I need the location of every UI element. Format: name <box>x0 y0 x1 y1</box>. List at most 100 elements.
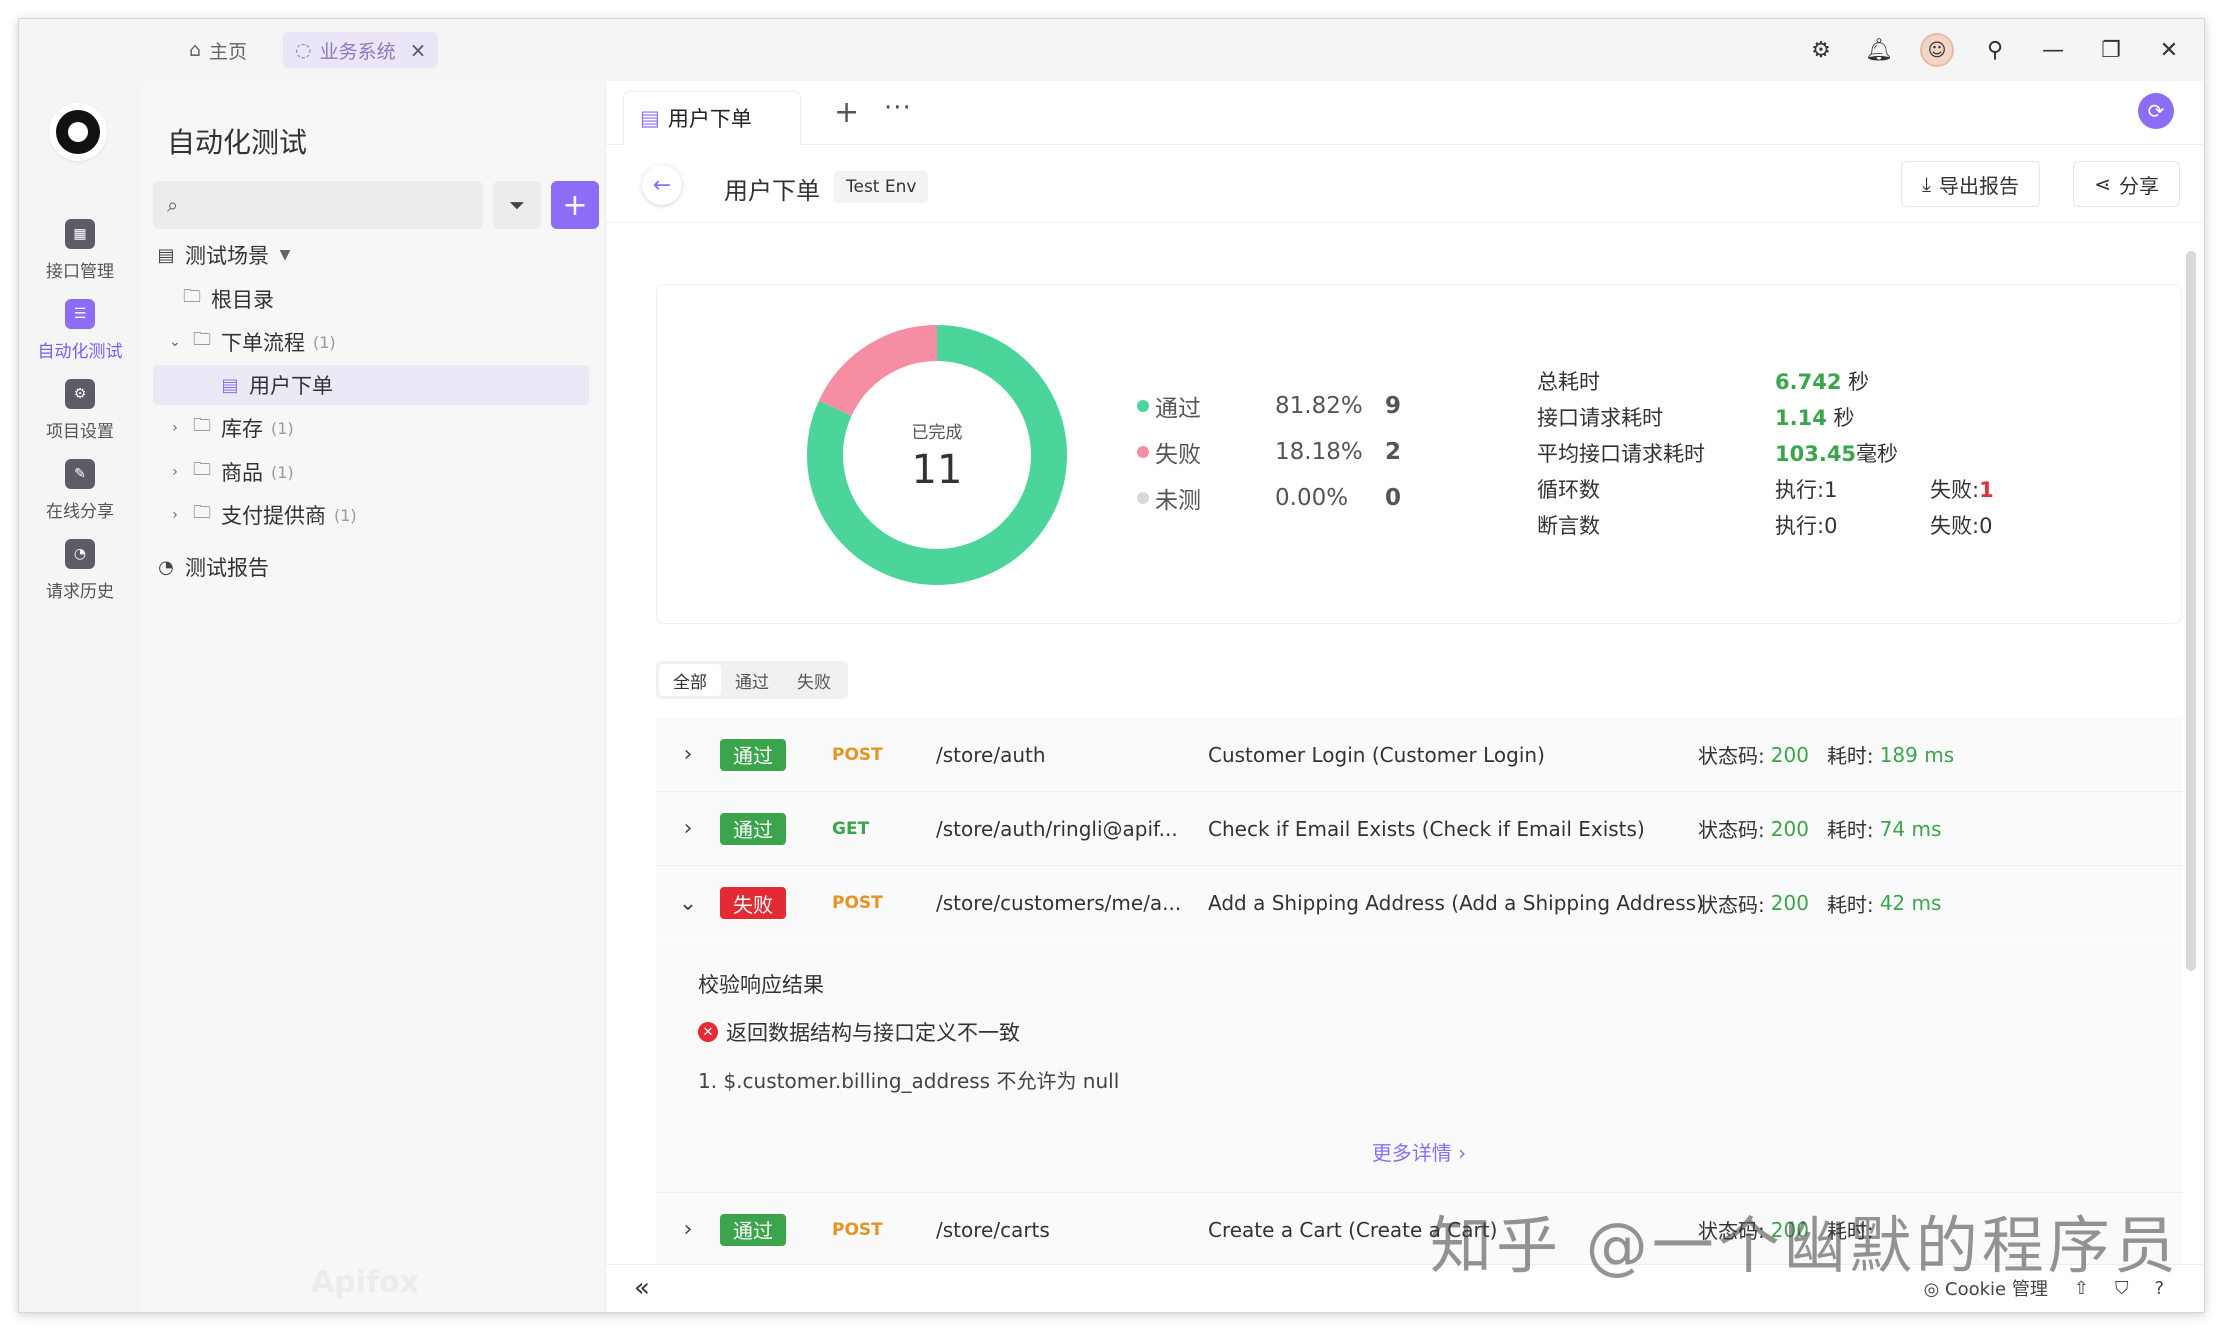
tree-node-root[interactable]: 🗀 根目录 <box>181 279 274 319</box>
chevron-right-icon[interactable]: › <box>656 1217 720 1242</box>
chevron-right-icon[interactable]: › <box>167 420 183 436</box>
stats-panel: 总耗时 6.742 秒 接口请求耗时 1.14 秒 平均接口请求耗时 103.4… <box>1537 363 1994 543</box>
detail-heading: 校验响应结果 <box>698 973 824 997</box>
scrollbar[interactable] <box>2186 251 2196 971</box>
tree-node-payment-providers[interactable]: › 🗀 支付提供商 (1) <box>167 495 356 535</box>
report-header: ← 用户下单 Test Env ⤓ 导出报告 ⋖ 分享 <box>606 145 2204 223</box>
main-area: ▤ 用户下单 + ··· ⟳ ← 用户下单 Test Env ⤓ 导出报告 ⋖ … <box>606 81 2204 1312</box>
tree-node-test-scenarios[interactable]: ▤ 测试场景 ▼ <box>155 235 293 275</box>
project-settings-icon: ⚙ <box>65 379 95 409</box>
pin-icon[interactable]: ⚲ <box>1978 33 2012 67</box>
legend-row-fail: 失败 18.18% 2 <box>1137 429 1415 475</box>
sync-icon[interactable]: ⟳ <box>2138 93 2174 129</box>
window-controls: ⚙ 🔔︎ ☺ ⚲ — ❐ ✕ <box>1804 32 2186 68</box>
rail-item-project-settings[interactable]: ⚙ 项目设置 <box>19 379 141 442</box>
rail-item-label: 项目设置 <box>46 422 114 442</box>
new-tab-button[interactable]: + <box>834 95 859 130</box>
chevron-down-icon[interactable]: ⌄ <box>656 891 720 916</box>
apifox-watermark: Apifox <box>311 1265 419 1300</box>
legend-row-untested: 未测 0.00% 0 <box>1137 475 1415 521</box>
legend-count: 2 <box>1385 439 1402 465</box>
filter-fail[interactable]: 失败 <box>783 664 845 696</box>
more-details-link[interactable]: 更多详情 › <box>656 1137 2182 1166</box>
rail-item-automation[interactable]: ☰ 自动化测试 <box>19 299 141 362</box>
tree-node-label: 支付提供商 <box>221 504 326 528</box>
stat-request-time: 接口请求耗时 1.14 秒 <box>1537 399 1994 435</box>
stat-label: 接口请求耗时 <box>1537 406 1663 430</box>
tree-node-test-reports[interactable]: ◔ 测试报告 <box>155 547 269 587</box>
add-button[interactable]: + <box>551 181 599 229</box>
search-input[interactable] <box>188 194 483 216</box>
tree-node-label: 根目录 <box>211 288 274 312</box>
tree-node-products[interactable]: › 🗀 商品 (1) <box>167 452 293 492</box>
request-path: /store/auth <box>936 742 1046 767</box>
scenario-icon: ▤ <box>157 244 175 266</box>
filter-pass[interactable]: 通过 <box>721 664 783 696</box>
download-icon: ⤓ <box>1922 172 1931 196</box>
rail-item-online-share[interactable]: ✎ 在线分享 <box>19 459 141 522</box>
stat-value: 103.45 <box>1775 442 1857 466</box>
chevron-down-icon[interactable]: ⌄ <box>167 334 183 350</box>
chevron-right-icon[interactable]: › <box>167 507 183 523</box>
stat-unit: 秒 <box>1841 370 1870 394</box>
tab-label: 用户下单 <box>667 106 752 131</box>
chevron-right-icon[interactable]: › <box>656 816 720 841</box>
rail-item-api-management[interactable]: ▦ 接口管理 <box>19 219 141 282</box>
collapse-sidebar-icon[interactable]: « <box>634 1273 650 1303</box>
loading-icon: ◌ <box>295 39 312 61</box>
filter-button[interactable]: ⏷ <box>493 181 541 229</box>
title-bar: ⌂ 主页 ◌ 业务系统 × ⚙ 🔔︎ ☺ ⚲ — ❐ ✕ <box>19 19 2204 81</box>
restore-icon[interactable]: ❐ <box>2094 33 2128 67</box>
tab-user-order[interactable]: ▤ 用户下单 <box>623 91 801 145</box>
stat-assertions: 断言数 执行:0 失败:0 <box>1537 507 1994 543</box>
export-report-button[interactable]: ⤓ 导出报告 <box>1901 161 2040 207</box>
result-row[interactable]: ⌄ 失败 POST /store/customers/me/a... Add a… <box>656 866 2182 940</box>
caret-down-icon[interactable]: ▼ <box>277 247 293 263</box>
close-tab-icon[interactable]: × <box>410 38 427 62</box>
status-code-label: 状态码: <box>1698 818 1765 842</box>
legend-dot <box>1137 400 1149 412</box>
close-icon[interactable]: ✕ <box>2152 33 2186 67</box>
search-box[interactable]: ⌕ <box>153 181 483 229</box>
avatar[interactable]: ☺ <box>1920 33 1954 67</box>
time-label: 耗时: <box>1826 892 1874 917</box>
tree-node-count: (1) <box>313 332 336 352</box>
home-icon: ⌂ <box>189 39 202 61</box>
settings-icon[interactable]: ⚙ <box>1804 33 1838 67</box>
tab-home[interactable]: ⌂ 主页 <box>177 32 259 68</box>
stat-loops: 循环数 执行:1 失败:1 <box>1537 471 1994 507</box>
share-button[interactable]: ⋖ 分享 <box>2073 161 2180 207</box>
tab-business-system[interactable]: ◌ 业务系统 × <box>283 32 439 68</box>
share-icon: ⋖ <box>2094 172 2111 196</box>
time-label: 耗时: <box>1826 744 1874 768</box>
result-filter: 全部 通过 失败 <box>656 661 848 699</box>
tree-node-order-flow[interactable]: ⌄ 🗀 下单流程 (1) <box>167 322 336 362</box>
zhihu-watermark: 知乎 @一个幽默的程序员 <box>1430 1209 2180 1282</box>
chevron-right-icon[interactable]: › <box>167 464 183 480</box>
stat-unit: 秒 <box>1826 406 1855 430</box>
tree-node-label: 商品 <box>221 461 263 485</box>
rail-item-request-history[interactable]: ◔ 请求历史 <box>19 539 141 602</box>
status-badge: 通过 <box>720 812 786 845</box>
env-badge: Test Env <box>834 171 929 203</box>
stat-label: 循环数 <box>1537 478 1600 502</box>
bell-icon[interactable]: 🔔︎ <box>1862 33 1896 67</box>
tree-node-user-order[interactable]: ▤ 用户下单 <box>153 365 589 405</box>
legend-name: 失败 <box>1155 442 1201 468</box>
completed-label: 已完成 <box>911 422 963 443</box>
more-tabs-button[interactable]: ··· <box>884 93 912 123</box>
filter-all[interactable]: 全部 <box>659 664 721 696</box>
export-label: 导出报告 <box>1939 173 2019 198</box>
tree-node-inventory[interactable]: › 🗀 库存 (1) <box>167 408 293 448</box>
result-row[interactable]: › 通过 POST /store/auth Customer Login (Cu… <box>656 718 2182 792</box>
back-arrow-icon[interactable]: ← <box>642 165 682 205</box>
http-method: POST <box>832 744 883 765</box>
result-row[interactable]: › 通过 GET /store/auth/ringli@apif... Chec… <box>656 792 2182 866</box>
legend-row-pass: 通过 81.82% 9 <box>1137 383 1415 429</box>
status-code-label: 状态码: <box>1698 744 1765 768</box>
chevron-right-icon[interactable]: › <box>656 742 720 767</box>
elapsed-time: 42 ms <box>1879 891 1942 915</box>
tree-node-label: 用户下单 <box>249 374 333 398</box>
rail-item-label: 请求历史 <box>46 582 114 602</box>
minimize-icon[interactable]: — <box>2036 33 2070 67</box>
